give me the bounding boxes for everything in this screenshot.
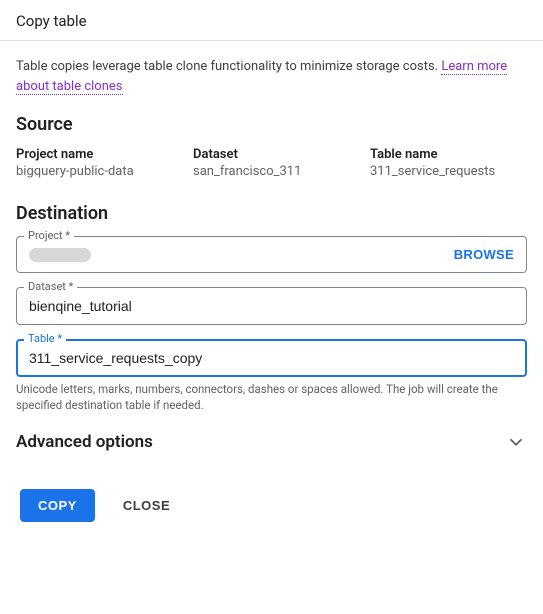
source-grid: Project name bigquery-public-data Datase…	[16, 147, 527, 179]
source-table-label: Table name	[370, 147, 527, 162]
dialog-title: Copy table	[16, 12, 527, 30]
advanced-options-toggle[interactable]: Advanced options	[16, 417, 527, 459]
source-dataset: Dataset san_francisco_311	[193, 147, 350, 179]
table-field-label: Table *	[24, 332, 66, 345]
source-section-title: Source	[16, 114, 527, 135]
dialog-content: Table copies leverage table clone functi…	[0, 41, 543, 550]
browse-button[interactable]: BROWSE	[454, 247, 514, 262]
close-button[interactable]: CLOSE	[107, 489, 186, 522]
dataset-field-wrap: Dataset *	[16, 287, 527, 325]
project-field[interactable]: BROWSE	[16, 236, 527, 273]
source-dataset-value: san_francisco_311	[193, 164, 350, 179]
table-helper-text: Unicode letters, marks, numbers, connect…	[16, 381, 527, 413]
dataset-field[interactable]	[16, 287, 527, 325]
table-input[interactable]	[29, 350, 514, 366]
source-table: Table name 311_service_requests	[370, 147, 527, 179]
table-field[interactable]	[16, 339, 527, 377]
source-project-value: bigquery-public-data	[16, 164, 173, 179]
destination-section-title: Destination	[16, 203, 527, 224]
copy-button[interactable]: COPY	[20, 489, 95, 522]
description: Table copies leverage table clone functi…	[16, 57, 527, 96]
dataset-input[interactable]	[29, 298, 514, 314]
chevron-down-icon	[505, 431, 527, 453]
dataset-field-label: Dataset *	[24, 280, 77, 293]
dialog-header: Copy table	[0, 0, 543, 41]
description-text: Table copies leverage table clone functi…	[16, 59, 441, 74]
dialog-actions: COPY CLOSE	[16, 489, 527, 534]
project-redacted-value	[29, 248, 91, 262]
source-project: Project name bigquery-public-data	[16, 147, 173, 179]
source-dataset-label: Dataset	[193, 147, 350, 162]
advanced-options-title: Advanced options	[16, 432, 153, 452]
project-field-label: Project *	[24, 229, 74, 242]
project-field-wrap: Project * BROWSE	[16, 236, 527, 273]
table-field-wrap: Table * Unicode letters, marks, numbers,…	[16, 339, 527, 413]
source-table-value: 311_service_requests	[370, 164, 527, 179]
source-project-label: Project name	[16, 147, 173, 162]
